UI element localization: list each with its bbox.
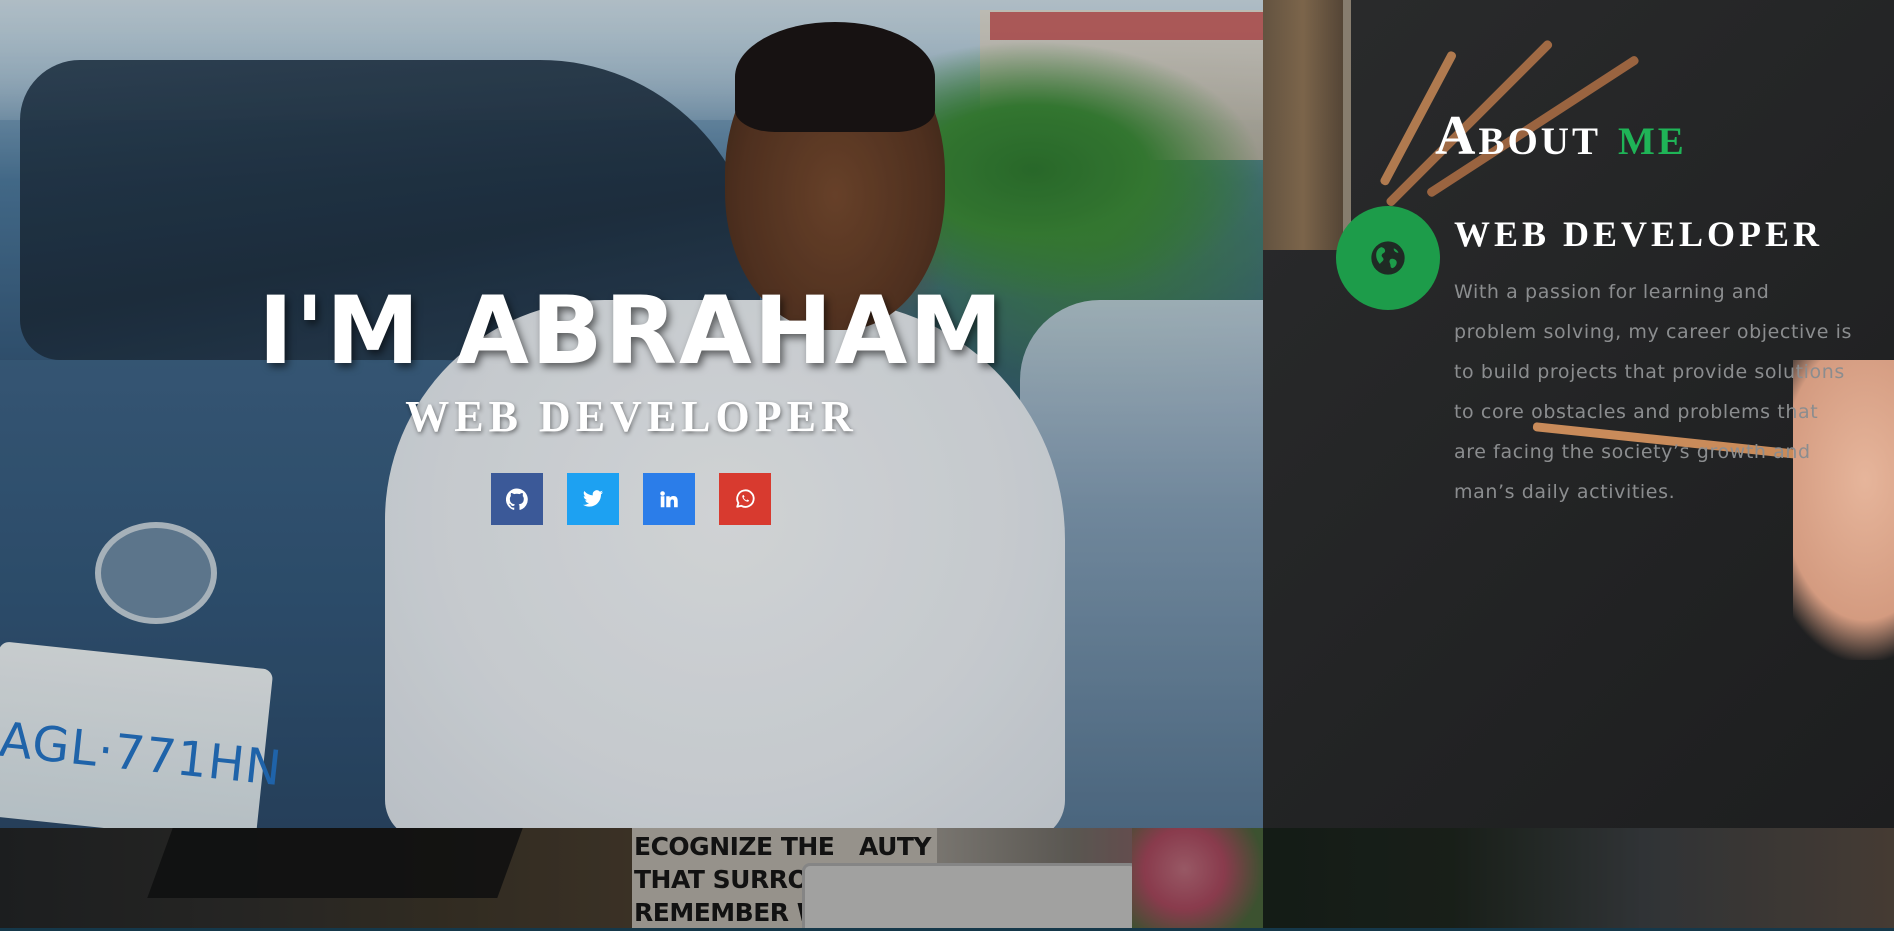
github-button[interactable] bbox=[491, 473, 543, 525]
about-role-badge bbox=[1336, 206, 1440, 310]
about-bg-box-edge bbox=[1343, 0, 1351, 250]
gallery-strip: ECOGNIZE THE AUTY THAT SURROUN REMEMBER … bbox=[0, 828, 1894, 931]
linkedin-icon bbox=[660, 491, 678, 508]
about-title-main: About bbox=[1435, 105, 1601, 167]
gallery-overlay bbox=[0, 828, 1894, 931]
hero-section: AGL·771HN I'M ABRAHAM WEB DEVELOPER bbox=[0, 0, 1263, 828]
hero-title: I'M ABRAHAM bbox=[258, 277, 1005, 386]
about-description: With a passion for learning and problem … bbox=[1454, 281, 1853, 503]
linkedin-button[interactable] bbox=[643, 473, 695, 525]
about-section: About me WEB DEVELOPER With a passion fo… bbox=[1263, 0, 1894, 828]
twitter-icon bbox=[582, 490, 604, 507]
twitter-button[interactable] bbox=[567, 473, 619, 525]
about-title: About me bbox=[1435, 108, 1687, 164]
about-role-title: WEB DEVELOPER bbox=[1454, 214, 1824, 254]
whatsapp-icon bbox=[736, 489, 755, 508]
about-title-accent: me bbox=[1617, 105, 1687, 167]
hero-subtitle: WEB DEVELOPER bbox=[405, 392, 858, 441]
globe-icon bbox=[1371, 241, 1405, 275]
social-links bbox=[491, 473, 771, 525]
github-icon bbox=[506, 488, 528, 510]
whatsapp-button[interactable] bbox=[719, 473, 771, 525]
about-bg-pencil-box bbox=[1263, 0, 1343, 250]
